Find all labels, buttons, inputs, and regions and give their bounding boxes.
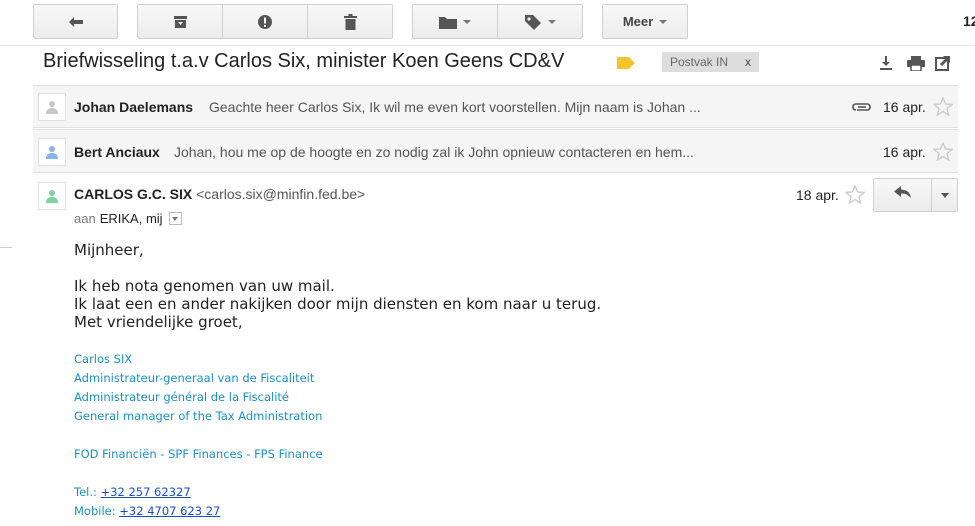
message-sender: Bert Anciaux — [74, 144, 160, 160]
archive-icon — [173, 15, 188, 29]
sender-name[interactable]: CARLOS G.C. SIX — [74, 186, 192, 202]
message-date: 16 apr. — [883, 144, 926, 160]
chevron-down-icon — [463, 19, 471, 24]
signature-title-nl: Administrateur-generaal van de Fiscalite… — [74, 371, 315, 385]
sender-email: <carlos.six@minfin.fed.be> — [196, 186, 366, 202]
toolbar: Meer 12 — [0, 0, 975, 46]
message-snippet: Geachte heer Carlos Six, Ik wil me even … — [209, 99, 701, 115]
report-spam-icon — [257, 14, 273, 30]
more-button-label: Meer — [622, 14, 654, 29]
label-chip-inbox[interactable]: Postvak IN x — [662, 52, 760, 72]
folder-icon — [439, 15, 457, 29]
message-date: 16 apr. — [883, 99, 926, 115]
message-body-line: Met vriendelijke groet, — [74, 313, 243, 331]
chevron-down-icon — [172, 216, 179, 221]
star-icon[interactable] — [844, 184, 866, 209]
chevron-down-icon — [940, 192, 949, 198]
avatar — [38, 138, 66, 166]
label-remove-button[interactable]: x — [745, 55, 751, 69]
reply-button[interactable] — [874, 179, 932, 211]
chevron-down-icon — [659, 19, 668, 24]
message-more-button[interactable] — [932, 179, 957, 211]
back-arrow-icon — [68, 16, 84, 28]
message-body-line: Ik laat een en ander nakijken door mijn … — [74, 295, 602, 313]
recipients-line: aan ERIKA, mij — [74, 211, 182, 226]
trash-icon — [343, 13, 357, 30]
star-icon[interactable] — [932, 141, 954, 166]
signature-name: Carlos SIX — [74, 352, 133, 366]
label-icon — [524, 14, 542, 30]
message-row-collapsed[interactable]: Bert Anciaux Johan, hou me op de hoogte … — [33, 129, 958, 173]
open-new-window-icon[interactable] — [935, 55, 951, 76]
sender-line: CARLOS G.C. SIX <carlos.six@minfin.fed.b… — [74, 186, 365, 202]
divider — [0, 247, 12, 248]
message-sender: Johan Daelemans — [74, 99, 194, 115]
show-details-button[interactable] — [168, 212, 182, 225]
back-button[interactable] — [33, 4, 118, 39]
to-names: ERIKA, mij — [99, 211, 163, 226]
message-snippet: Johan, hou me op de hoogte en zo nodig z… — [174, 144, 694, 160]
print-icon[interactable] — [907, 55, 925, 76]
reply-icon — [893, 186, 912, 204]
reply-button-group — [873, 178, 958, 212]
delete-button[interactable] — [307, 4, 393, 39]
thread-subject: Briefwisseling t.a.v Carlos Six, ministe… — [43, 50, 565, 72]
mobile-link[interactable]: +32 4707 623 27 — [119, 504, 220, 518]
page-count: 12 — [963, 13, 975, 29]
mobile-label: Mobile: — [74, 504, 116, 518]
report-spam-button[interactable] — [222, 4, 308, 39]
more-button[interactable]: Meer — [602, 4, 688, 39]
signature-organization: FOD Financiën - SPF Finances - FPS Finan… — [74, 447, 323, 461]
expand-all-icon[interactable] — [878, 55, 894, 76]
attachment-icon — [851, 100, 873, 118]
message-body-line: Ik heb nota genomen van uw mail. — [74, 277, 335, 295]
message-greeting: Mijnheer, — [74, 241, 144, 259]
message-row-collapsed[interactable]: Johan Daelemans Geachte heer Carlos Six,… — [33, 85, 958, 128]
labels-button[interactable] — [497, 4, 583, 39]
message-date: 18 apr. — [796, 187, 839, 203]
archive-button[interactable] — [137, 4, 223, 39]
phone-label: Tel.: — [74, 485, 97, 499]
avatar — [38, 182, 66, 210]
signature-phone: Tel.: +32 257 62327 — [74, 485, 191, 499]
to-prefix: aan — [74, 211, 96, 226]
star-icon[interactable] — [932, 96, 954, 121]
chevron-down-icon — [548, 19, 556, 24]
move-to-button[interactable] — [412, 4, 498, 39]
signature-mobile: Mobile: +32 4707 623 27 — [74, 504, 220, 518]
phone-link[interactable]: +32 257 62327 — [101, 485, 191, 499]
signature-title-fr: Administrateur général de la Fiscalité — [74, 390, 289, 404]
label-chip-text: Postvak IN — [670, 55, 729, 69]
importance-label-icon[interactable] — [617, 56, 635, 74]
signature-title-en: General manager of the Tax Administratio… — [74, 409, 323, 423]
avatar — [38, 93, 66, 121]
